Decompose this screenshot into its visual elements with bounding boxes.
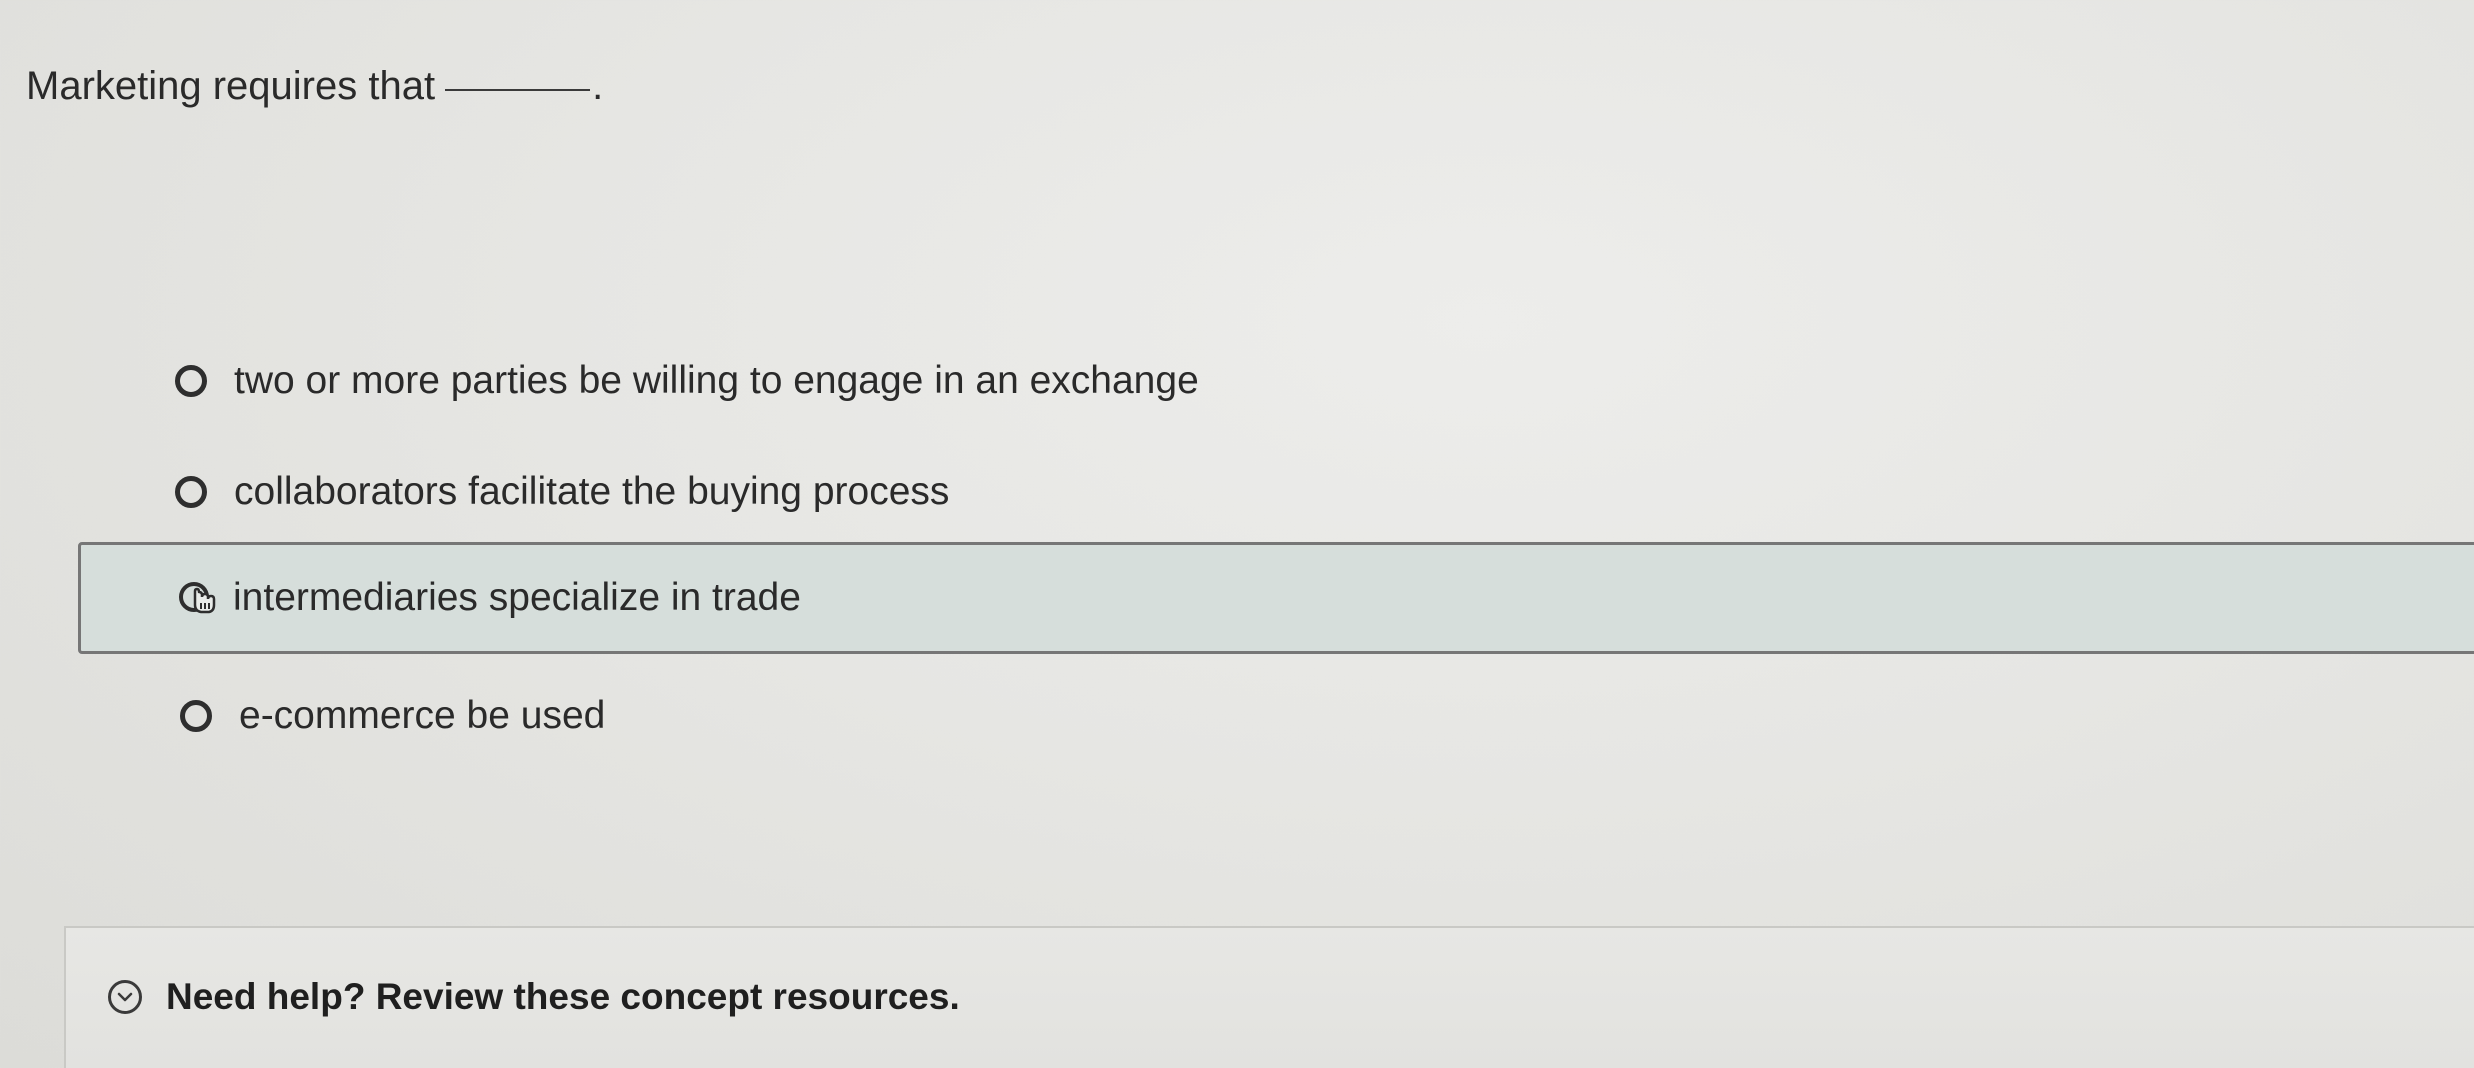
answer-option-4[interactable]: e-commerce be used (0, 662, 605, 770)
option-label: two or more parties be willing to engage… (234, 359, 1199, 402)
answer-blank (445, 89, 591, 91)
option-label: intermediaries specialize in trade (233, 576, 801, 619)
help-panel: Need help? Review these concept resource… (64, 926, 2474, 1068)
question-prompt: Marketing requires that. (26, 64, 603, 109)
help-toggle[interactable]: Need help? Review these concept resource… (108, 976, 960, 1018)
option-label: e-commerce be used (239, 694, 606, 737)
hand-pointer-icon[interactable] (179, 581, 216, 615)
radio-button-icon[interactable] (180, 700, 212, 732)
help-label[interactable]: Need help? Review these concept resource… (166, 976, 960, 1018)
radio-button-icon[interactable] (175, 476, 207, 508)
answer-option-1[interactable]: two or more parties be willing to engage… (0, 327, 1199, 435)
radio-button-icon[interactable] (175, 365, 207, 397)
question-text: Marketing requires that (26, 64, 436, 108)
answer-option-2[interactable]: collaborators facilitate the buying proc… (0, 438, 949, 546)
answer-option-3-selected[interactable]: intermediaries specialize in trade (78, 542, 2474, 654)
option-label: collaborators facilitate the buying proc… (234, 470, 950, 513)
question-period: . (592, 64, 604, 108)
chevron-down-icon[interactable] (108, 980, 142, 1014)
